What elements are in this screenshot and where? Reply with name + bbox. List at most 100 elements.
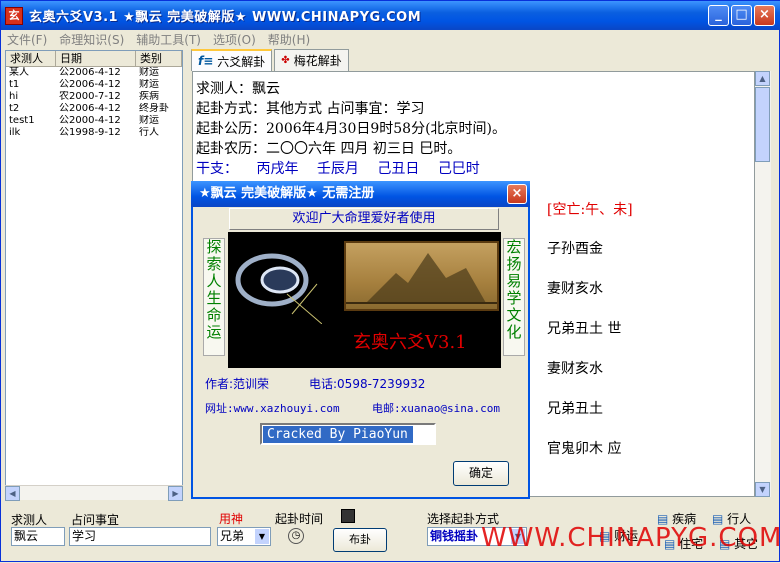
cell-person: test1: [9, 115, 35, 126]
list-header: 求测人 日期 类别: [6, 51, 182, 67]
cell-category: 财运: [139, 67, 159, 78]
author-text: 作者:范训荣: [205, 377, 270, 391]
list-item[interactable]: t2 公2006-4-12 终身卦: [6, 103, 182, 115]
menu-options[interactable]: 选项(O): [207, 31, 262, 48]
list-item[interactable]: hi 农2000-7-12 疾病: [6, 91, 182, 103]
cell-category: 财运: [139, 79, 159, 90]
yao-line: 官鬼卯木 应: [547, 441, 622, 457]
ok-button[interactable]: 确定: [453, 461, 509, 486]
banner-image: 玄奥六爻V3.1: [228, 232, 501, 368]
ganzhi-year: 丙戌年: [256, 161, 299, 177]
scroll-thumb[interactable]: [755, 87, 770, 162]
column-header-category[interactable]: 类别: [136, 51, 182, 66]
close-button[interactable]: ×: [754, 5, 775, 26]
column-header-date[interactable]: 日期: [56, 51, 136, 66]
scroll-left-icon[interactable]: ◀: [5, 486, 20, 501]
cell-person: 某人: [9, 67, 29, 78]
yao-line: 子孙酉金: [547, 241, 603, 257]
yongshen-select[interactable]: 兄弟 ▼: [217, 527, 271, 546]
yongshen-value: 兄弟: [220, 529, 245, 543]
scroll-up-icon[interactable]: ▲: [755, 71, 770, 86]
tab-liuyao[interactable]: f≡ 六爻解卦: [191, 49, 273, 71]
tab-meihua[interactable]: ✤ 梅花解卦: [274, 49, 349, 71]
menu-tools[interactable]: 辅助工具(T): [130, 31, 207, 48]
left-slogan: 探索人生命运: [203, 238, 225, 356]
website-link[interactable]: 网址:www.xazhouyi.com: [205, 400, 340, 416]
cell-date: 公2006-4-12: [59, 103, 121, 114]
cell-date: 公2006-4-12: [59, 79, 121, 90]
clock-icon[interactable]: ◷: [288, 528, 304, 544]
cell-person: t2: [9, 103, 20, 114]
menu-file[interactable]: 文件(F): [1, 31, 53, 48]
cell-category: 疾病: [139, 91, 159, 102]
person-label: 求测人: [11, 513, 48, 527]
minimize-button[interactable]: _: [708, 5, 729, 26]
column-header-person[interactable]: 求测人: [6, 51, 56, 66]
method-value: 铜钱摇卦: [430, 529, 479, 543]
cracked-text: Cracked By PiaoYun: [263, 426, 413, 443]
tab-meihua-label: 梅花解卦: [293, 54, 342, 68]
ganzhi-line: 干支： 丙戌年 壬辰月 己丑日 己巳时: [196, 158, 480, 178]
time-label: 起卦时间: [275, 512, 324, 526]
save-icon[interactable]: [341, 509, 355, 523]
cell-date: 公2000-4-12: [59, 115, 121, 126]
email-link[interactable]: 电邮:xuanao@sina.com: [372, 400, 500, 416]
record-list[interactable]: 求测人 日期 类别 某人 公2006-4-12 财运 t1 公2006-4-12 财运 …: [5, 50, 183, 500]
dialog-title-bar[interactable]: ★飘云 完美破解版★ 无需注册 ×: [191, 181, 530, 207]
yao-line: 兄弟丑土 世: [547, 321, 622, 337]
ganzhi-day: 己丑日: [377, 161, 420, 177]
cracked-field[interactable]: Cracked By PiaoYun: [260, 423, 436, 445]
welcome-banner: 欢迎广大命理爱好者使用: [229, 208, 499, 230]
list-item[interactable]: 某人 公2006-4-12 财运: [6, 67, 182, 79]
tab-strip: f≡ 六爻解卦 ✤ 梅花解卦: [191, 49, 351, 71]
right-slogan: 宏扬易学文化: [503, 238, 525, 356]
chevron-down-icon[interactable]: ▼: [255, 529, 269, 544]
yao-line: 妻财亥水: [547, 281, 603, 297]
result-line: 起卦公历：2006年4月30日9时58分(北京时间)。: [196, 121, 506, 137]
yongshen-label: 用神: [219, 512, 244, 526]
ganzhi-hour: 己巳时: [437, 161, 480, 177]
yao-line: 兄弟丑土: [547, 401, 603, 417]
watermark: WWW.CHINAPYG.COM: [481, 523, 780, 553]
yao-line: 妻财亥水: [547, 361, 603, 377]
cell-date: 农2000-7-12: [59, 91, 121, 102]
title-bar[interactable]: 玄 玄奥六爻V3.1 ★飘云 完美破解版★ WWW.CHINAPYG.COM _…: [1, 1, 780, 30]
scroll-right-icon[interactable]: ▶: [168, 486, 183, 501]
person-input[interactable]: 飘云: [11, 527, 65, 546]
menu-knowledge[interactable]: 命理知识(S): [53, 31, 130, 48]
logo-icon: [235, 253, 322, 324]
fx-icon: f≡: [198, 54, 214, 68]
maximize-button[interactable]: □: [731, 5, 752, 26]
menu-help[interactable]: 帮助(H): [262, 31, 316, 48]
cell-category: 财运: [139, 115, 159, 126]
landscape-painting: [344, 241, 499, 311]
matter-label: 占问事宜: [71, 513, 120, 527]
matter-input[interactable]: 学习: [69, 527, 211, 546]
cell-person: ilk: [9, 127, 21, 138]
phone-text: 电话:0598-7239932: [309, 377, 426, 391]
cell-person: t1: [9, 79, 20, 90]
ganzhi-label: 干支：: [196, 161, 238, 177]
kongwang: [空亡:午、未]: [547, 202, 633, 218]
main-window: 玄 玄奥六爻V3.1 ★飘云 完美破解版★ WWW.CHINAPYG.COM _…: [0, 0, 780, 562]
app-icon: 玄: [5, 6, 23, 25]
tab-liuyao-label: 六爻解卦: [217, 54, 266, 69]
banner-title: 玄奥六爻V3.1: [353, 332, 467, 353]
window-title: 玄奥六爻V3.1 ★飘云 完美破解版★ WWW.CHINAPYG.COM: [29, 10, 422, 25]
menu-bar: 文件(F) 命理知识(S) 辅助工具(T) 选项(O) 帮助(H): [1, 30, 780, 48]
list-item[interactable]: ilk 公1998-9-12 行人: [6, 127, 182, 139]
list-item[interactable]: t1 公2006-4-12 财运: [6, 79, 182, 91]
dialog-title: ★飘云 完美破解版★ 无需注册: [199, 186, 375, 201]
scroll-down-icon[interactable]: ▼: [755, 482, 770, 497]
result-line: 求测人：飘云: [196, 81, 280, 97]
list-item[interactable]: test1 公2000-4-12 财运: [6, 115, 182, 127]
result-vertical-scrollbar[interactable]: ▲ ▼: [755, 71, 771, 497]
start-divination-button[interactable]: 布卦: [333, 528, 387, 552]
cell-person: hi: [9, 91, 19, 102]
list-horizontal-scrollbar[interactable]: ◀ ▶: [5, 485, 183, 501]
plum-icon: ✤: [281, 55, 290, 66]
dialog-close-button[interactable]: ×: [507, 184, 527, 204]
cell-date: 公1998-9-12: [59, 127, 121, 138]
result-line: 起卦农历：二〇〇六年 四月 初三日 巳时。: [196, 141, 462, 157]
about-dialog: ★飘云 完美破解版★ 无需注册 × 欢迎广大命理爱好者使用 探索人生命运 宏扬易…: [191, 181, 530, 499]
